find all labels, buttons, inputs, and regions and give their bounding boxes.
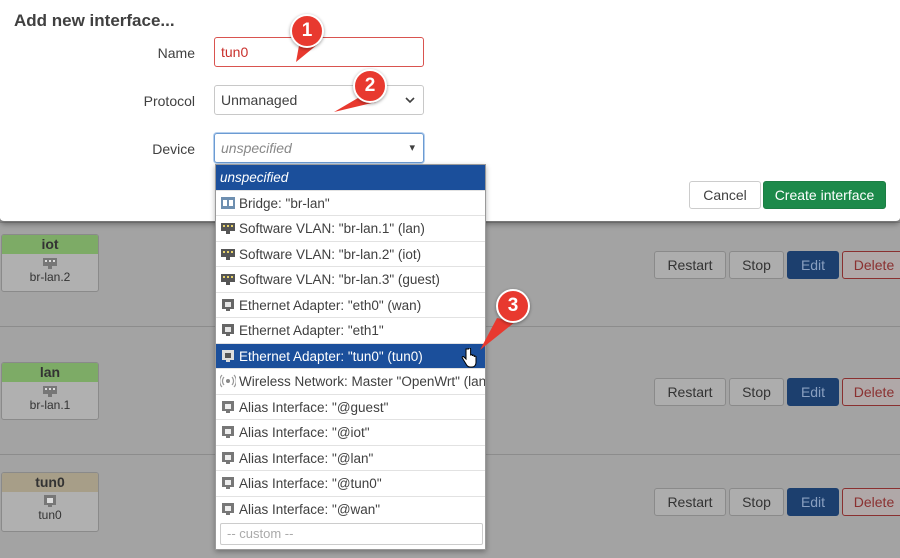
dropdown-option[interactable]: Alias Interface: "@guest" <box>216 395 485 420</box>
cancel-button[interactable]: Cancel <box>689 181 761 209</box>
dropdown-option[interactable]: Alias Interface: "@iot" <box>216 420 485 446</box>
wireless-icon <box>220 374 236 388</box>
delete-button[interactable]: Delete <box>842 488 900 516</box>
dropdown-option[interactable]: Bridge: "br-lan" <box>216 191 485 216</box>
ethernet-icon <box>222 298 234 311</box>
create-interface-button[interactable]: Create interface <box>763 181 886 209</box>
alias-icon <box>222 451 234 464</box>
interface-device: br-lan.2 <box>29 270 71 284</box>
alias-icon <box>222 502 234 515</box>
ethernet-icon <box>44 495 56 507</box>
dropdown-option[interactable]: Alias Interface: "@wan" <box>216 497 485 523</box>
edit-button[interactable]: Edit <box>787 251 839 279</box>
restart-button[interactable]: Restart <box>654 251 726 279</box>
dropdown-option[interactable]: unspecified <box>216 165 485 191</box>
vlan-icon <box>43 258 57 269</box>
dropdown-option-highlighted[interactable]: Ethernet Adapter: "tun0" (tun0) <box>216 343 485 369</box>
bridge-icon <box>221 196 235 209</box>
device-placeholder: unspecified <box>221 140 292 156</box>
delete-button[interactable]: Delete <box>842 251 900 279</box>
ethernet-icon <box>222 349 234 362</box>
alias-icon <box>222 426 234 438</box>
dropdown-option[interactable]: Ethernet Adapter: "eth1" <box>216 318 485 344</box>
stop-button[interactable]: Stop <box>729 251 784 279</box>
callout-3: 3 <box>496 289 530 323</box>
vlan-icon <box>221 274 235 285</box>
interface-device: br-lan.1 <box>29 398 71 412</box>
dropdown-option[interactable]: Software VLAN: "br-lan.2" (iot) <box>216 242 485 267</box>
chevron-down-icon <box>405 97 415 104</box>
modal-title: Add new interface... <box>14 11 175 30</box>
restart-button[interactable]: Restart <box>654 488 726 516</box>
callout-1: 1 <box>290 14 324 48</box>
device-select[interactable]: unspecified ▾ <box>214 133 424 163</box>
alias-icon <box>222 477 234 489</box>
hand-cursor-icon <box>461 347 477 367</box>
callout-2: 2 <box>353 69 387 103</box>
dropdown-option[interactable]: Software VLAN: "br-lan.3" (guest) <box>216 267 485 293</box>
vlan-icon <box>43 386 57 397</box>
dropdown-option[interactable]: Software VLAN: "br-lan.1" (lan) <box>216 216 485 242</box>
protocol-value: Unmanaged <box>221 92 298 108</box>
delete-button[interactable]: Delete <box>842 378 900 406</box>
dropdown-option[interactable]: Wireless Network: Master "OpenWrt" (lan) <box>216 369 485 395</box>
alias-icon <box>222 400 234 413</box>
interface-card-iot: iot br-lan.2 <box>1 234 99 292</box>
interface-device: tun0 <box>38 508 62 522</box>
interface-card-lan: lan br-lan.1 <box>1 362 99 420</box>
interface-name: iot <box>2 235 98 254</box>
restart-button[interactable]: Restart <box>654 378 726 406</box>
interface-name: tun0 <box>2 473 98 492</box>
caret-down-icon: ▾ <box>409 142 415 154</box>
stop-button[interactable]: Stop <box>729 378 784 406</box>
dropdown-option[interactable]: Ethernet Adapter: "eth0" (wan) <box>216 293 485 318</box>
edit-button[interactable]: Edit <box>787 378 839 406</box>
edit-button[interactable]: Edit <box>787 488 839 516</box>
dropdown-option[interactable]: Alias Interface: "@lan" <box>216 446 485 471</box>
dropdown-option[interactable]: Alias Interface: "@tun0" <box>216 471 485 497</box>
device-label: Device <box>152 141 195 157</box>
stop-button[interactable]: Stop <box>729 488 784 516</box>
custom-device-input[interactable]: -- custom -- <box>220 523 483 545</box>
protocol-label: Protocol <box>143 93 195 109</box>
vlan-icon <box>221 248 235 260</box>
interface-name: lan <box>2 363 98 382</box>
protocol-select[interactable]: Unmanaged <box>214 85 424 115</box>
device-dropdown: unspecified Bridge: "br-lan" Software VL… <box>215 164 486 550</box>
vlan-icon <box>221 223 235 234</box>
ethernet-icon <box>222 324 234 336</box>
interface-card-tun0: tun0 tun0 <box>1 472 99 532</box>
name-label: Name <box>157 45 195 61</box>
